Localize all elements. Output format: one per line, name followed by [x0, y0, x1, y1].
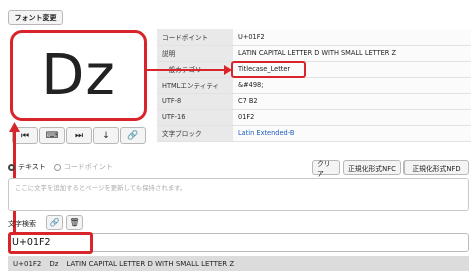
- text-input-area[interactable]: ここに文字を追加するとページを更新しても保持されます。: [8, 178, 469, 211]
- search-clear-button[interactable]: 🗑: [66, 215, 83, 230]
- glyph-character: Dz: [41, 43, 116, 108]
- annotation-arrow-line: [147, 69, 227, 71]
- char-info-table: コードポイント U+01F2 説明 LATIN CAPITAL LETTER D…: [157, 29, 471, 142]
- table-row: コードポイント U+01F2: [157, 29, 471, 46]
- skip-back-icon: ⏮: [20, 130, 30, 141]
- result-codepoint: U+01F2: [13, 259, 42, 268]
- info-value: LATIN CAPITAL LETTER D WITH SMALL LETTER…: [233, 45, 471, 62]
- copy-link-button[interactable]: 🔗: [120, 127, 146, 144]
- keyboard-button[interactable]: ⌨: [39, 127, 65, 144]
- mode-text-label[interactable]: テキスト: [18, 162, 46, 172]
- download-button[interactable]: ↓: [93, 127, 119, 144]
- nfc-button[interactable]: 正規化形式NFC: [343, 160, 401, 175]
- link-icon: 🔗: [127, 130, 139, 141]
- info-key: コードポイント: [157, 29, 233, 46]
- block-link[interactable]: Latin Extended-B: [233, 125, 471, 142]
- info-key: UTF-8: [157, 93, 233, 110]
- search-highlight-box: [8, 232, 93, 254]
- keyboard-icon: ⌨: [45, 130, 59, 141]
- info-key: UTF-16: [157, 109, 233, 126]
- table-row: 文字ブロック Latin Extended-B: [157, 125, 471, 142]
- info-value: C7 B2: [233, 93, 471, 110]
- search-label: 文字検索: [8, 220, 36, 228]
- arrow-right-icon: [224, 65, 232, 75]
- table-row: 説明 LATIN CAPITAL LETTER D WITH SMALL LET…: [157, 45, 471, 62]
- search-result-row[interactable]: U+01F2 Dz LATIN CAPITAL LETTER D WITH SM…: [8, 256, 469, 271]
- table-row: HTMLエンティティ &#498;: [157, 77, 471, 94]
- skip-forward-icon: ⏭: [74, 130, 84, 141]
- info-value: &#498;: [233, 77, 471, 94]
- clear-button[interactable]: クリア: [312, 160, 340, 178]
- radio-text[interactable]: [8, 163, 15, 171]
- font-change-button[interactable]: フォント変更: [8, 10, 63, 25]
- category-highlight-box: [231, 61, 306, 78]
- table-row: UTF-16 01F2: [157, 109, 471, 126]
- mode-codepoint-label[interactable]: コードポイント: [64, 162, 113, 172]
- trash-icon: 🗑: [69, 218, 80, 227]
- info-value: 01F2: [233, 109, 471, 126]
- arrow-up-icon: [9, 122, 20, 132]
- last-char-button[interactable]: ⏭: [66, 127, 92, 144]
- radio-codepoint[interactable]: [53, 163, 61, 171]
- info-key: 説明: [157, 45, 233, 62]
- input-mode-selector: テキスト コードポイント: [8, 160, 121, 174]
- link-icon: 🔗: [49, 218, 60, 227]
- arrow-down-icon: ↓: [102, 130, 110, 141]
- info-value: U+01F2: [233, 29, 471, 46]
- result-char: Dz: [49, 259, 59, 268]
- result-name: LATIN CAPITAL LETTER D WITH SMALL LETTER…: [66, 259, 235, 268]
- info-key: HTMLエンティティ: [157, 77, 233, 94]
- info-key: 文字ブロック: [157, 125, 233, 142]
- nfd-button[interactable]: 正規化形式NFD: [404, 160, 469, 175]
- glyph-preview: Dz: [10, 30, 147, 121]
- table-row: UTF-8 C7 B2: [157, 93, 471, 110]
- search-link-button[interactable]: 🔗: [46, 215, 63, 230]
- text-area-placeholder: ここに文字を追加するとページを更新しても保持されます。: [15, 184, 187, 192]
